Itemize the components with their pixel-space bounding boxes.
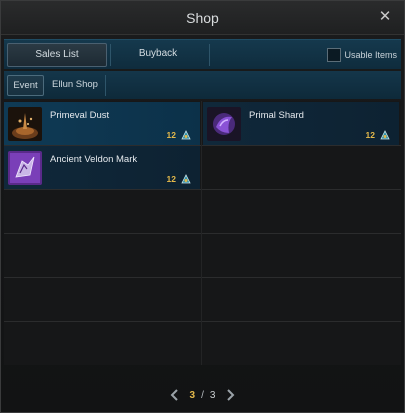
item-name: Primeval Dust [50,110,110,121]
item-primal-shard[interactable]: Primal Shard 12 [203,102,399,145]
close-icon[interactable]: ✕ [377,9,393,25]
shard-icon [207,107,241,141]
item-grid: Primeval Dust 12 Primal Shard 12 Ancient… [4,101,401,365]
shop-window: Shop ✕ Sales List Buyback Usable Items E… [0,0,405,413]
tab-sales-list[interactable]: Sales List [7,43,107,67]
price-value: 12 [166,174,176,184]
sub-tab-bar: Event Ellun Shop [4,71,401,99]
pirate-coin-icon [380,130,390,140]
dust-icon [8,107,42,141]
usable-items-label: Usable Items [344,50,397,60]
item-price: 12 [167,173,192,185]
subtab-divider [105,75,106,96]
column-divider [201,101,202,365]
item-name: Primal Shard [249,110,304,121]
row-divider [4,277,401,278]
row-divider [4,233,401,234]
total-pages: 3 [209,389,216,401]
subtab-event[interactable]: Event [7,75,44,96]
window-title: Shop [186,10,219,26]
pirate-coin-icon [181,130,191,140]
tab-buyback[interactable]: Buyback [108,43,208,67]
item-ancient-veldon-mark[interactable]: Ancient Veldon Mark 12 [4,146,200,189]
pagination: 3 / 3 [1,385,404,405]
main-tab-bar: Sales List Buyback Usable Items [4,39,401,69]
item-price: 12 [366,129,391,141]
row-divider [4,321,401,322]
pirate-coin-icon [181,174,191,184]
current-page: 3 [189,389,196,401]
item-name: Ancient Veldon Mark [50,154,138,165]
mark-icon [8,151,42,185]
subtab-ellun-shop[interactable]: Ellun Shop [47,75,103,96]
row-divider [4,189,401,190]
price-value: 12 [166,130,176,140]
page-separator: / [201,389,204,401]
title-bar[interactable]: Shop ✕ [1,1,404,35]
price-value: 12 [365,130,375,140]
usable-items-checkbox[interactable] [327,48,342,62]
item-primeval-dust[interactable]: Primeval Dust 12 [4,102,200,145]
row-divider [4,145,401,146]
prev-page-icon[interactable] [168,388,182,402]
item-price: 12 [167,129,192,141]
next-page-icon[interactable] [223,388,237,402]
tab-divider [209,44,210,66]
usable-items-toggle[interactable]: Usable Items [327,48,397,62]
